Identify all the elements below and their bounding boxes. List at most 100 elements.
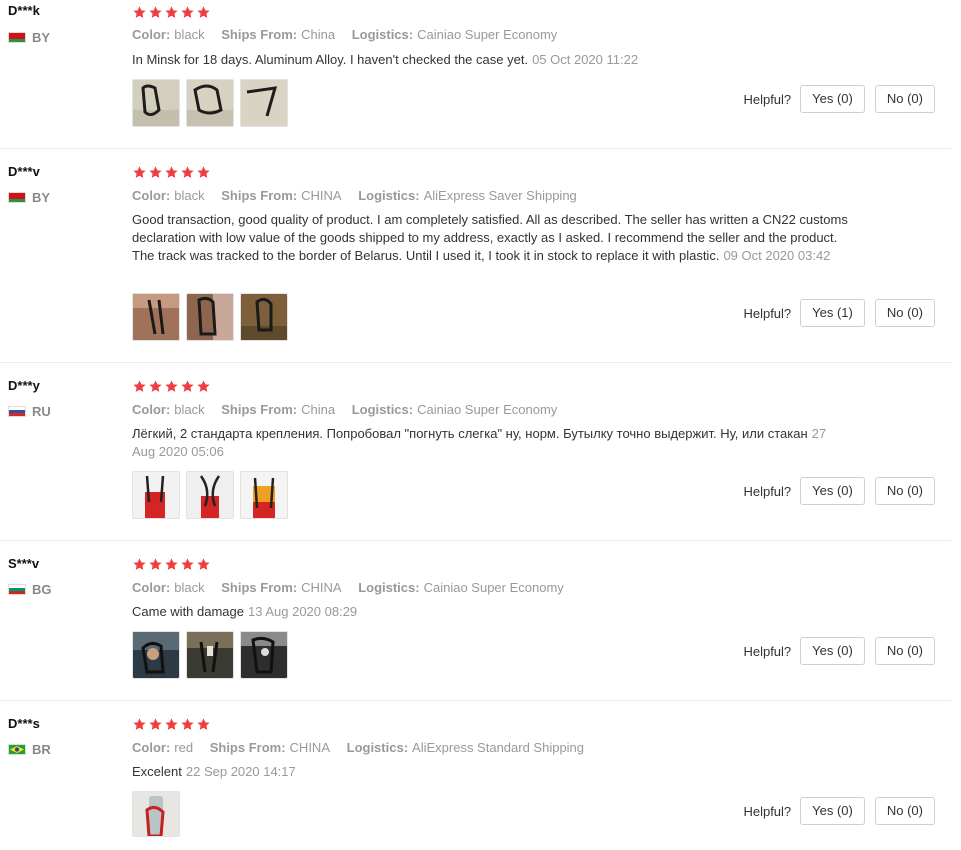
review-date: 13 Aug 2020 08:29 [248, 604, 358, 619]
review-photo[interactable] [132, 79, 180, 127]
helpful-vote: Helpful? Yes (0) No (0) [743, 797, 935, 825]
review-photo[interactable] [186, 79, 234, 127]
star-icon [133, 718, 146, 730]
bottle-cage-photo-icon [241, 294, 287, 340]
reviewer-country: BG [8, 582, 52, 597]
helpful-vote: Helpful? Yes (1) No (0) [743, 299, 935, 327]
ships-from-label: Ships From: [221, 402, 298, 417]
helpful-label: Helpful? [743, 91, 792, 107]
review-photo[interactable] [132, 293, 180, 341]
reviewer-name: D***v [8, 164, 40, 179]
helpful-no-button[interactable]: No (0) [874, 299, 935, 327]
review-photo[interactable] [186, 471, 234, 519]
logistics-value: AliExpress Standard Shipping [412, 740, 585, 755]
review-photo[interactable] [240, 631, 288, 679]
review-text: Good transaction, good quality of produc… [132, 211, 852, 265]
logistics-label: Logistics: [351, 27, 414, 42]
bottle-cage-photo-icon [133, 294, 179, 340]
review-photo[interactable] [240, 471, 288, 519]
star-icon [165, 166, 178, 178]
star-icon [181, 380, 194, 392]
star-icon [197, 6, 210, 18]
belarus-flag-icon [8, 192, 26, 203]
country-code: BY [32, 30, 51, 45]
helpful-yes-button[interactable]: Yes (0) [800, 85, 865, 113]
brazil-flag-icon [8, 744, 26, 755]
review-photos [132, 631, 288, 679]
review-photo[interactable] [240, 79, 288, 127]
star-rating [132, 379, 211, 394]
helpful-vote: Helpful? Yes (0) No (0) [743, 637, 935, 665]
bottle-cage-photo-icon [187, 80, 233, 126]
logistics-value: Cainiao Super Economy [417, 402, 558, 417]
country-code: BY [32, 190, 51, 205]
review-item: S***v BG Color: black Ships From: CHINA Lo… [0, 540, 951, 701]
color-label: Color: [132, 27, 171, 42]
review-photos [132, 471, 288, 519]
bottle-cage-photo-icon [187, 632, 233, 678]
star-icon [197, 718, 210, 730]
review-date: 09 Oct 2020 03:42 [723, 248, 831, 263]
review-photo[interactable] [240, 293, 288, 341]
reviewer-name: S***v [8, 556, 40, 571]
review-item: D***s BR Color: red Ships From: CHINA Logi… [0, 700, 951, 850]
reviewer-name: D***k [8, 3, 40, 18]
review-item: D***v BY Color: black Ships From: CHINA Lo… [0, 148, 951, 363]
country-code: RU [32, 404, 51, 419]
logistics-label: Logistics: [346, 740, 409, 755]
reviewer-name: D***s [8, 716, 40, 731]
country-code: BG [32, 582, 52, 597]
star-rating [132, 557, 211, 572]
review-body: Лёгкий, 2 стандарта крепления. Попробова… [132, 426, 808, 441]
bottle-cage-photo-icon [133, 792, 179, 836]
color-value: black [174, 580, 205, 595]
ships-from-value: China [301, 27, 336, 42]
review-date: 22 Sep 2020 14:17 [185, 764, 296, 779]
star-icon [181, 558, 194, 570]
review-photo[interactable] [132, 631, 180, 679]
color-label: Color: [132, 740, 171, 755]
star-icon [165, 380, 178, 392]
review-attributes: Color: black Ships From: China Logistics: C… [132, 27, 570, 42]
review-photo[interactable] [132, 791, 180, 837]
ships-from-value: CHINA [301, 188, 342, 203]
color-value: black [174, 188, 205, 203]
review-attributes: Color: black Ships From: China Logistics: C… [132, 402, 570, 417]
helpful-yes-button[interactable]: Yes (1) [800, 299, 865, 327]
reviewer-country: BY [8, 30, 50, 45]
review-attributes: Color: black Ships From: CHINA Logistics: A… [132, 188, 590, 203]
helpful-no-button[interactable]: No (0) [874, 637, 935, 665]
helpful-yes-button[interactable]: Yes (0) [800, 477, 865, 505]
helpful-label: Helpful? [743, 483, 792, 499]
russia-flag-icon [8, 406, 26, 417]
review-photo[interactable] [186, 293, 234, 341]
logistics-value: Cainiao Super Economy [417, 27, 558, 42]
helpful-no-button[interactable]: No (0) [874, 797, 935, 825]
helpful-no-button[interactable]: No (0) [874, 477, 935, 505]
logistics-label: Logistics: [358, 580, 420, 595]
country-code: BR [32, 742, 51, 757]
star-icon [165, 558, 178, 570]
logistics-label: Logistics: [358, 188, 420, 203]
review-item: D***k BY Color: black Ships From: China Lo… [0, 0, 951, 149]
review-attributes: Color: black Ships From: CHINA Logistics: C… [132, 580, 577, 595]
helpful-vote: Helpful? Yes (0) No (0) [743, 477, 935, 505]
helpful-yes-button[interactable]: Yes (0) [800, 637, 865, 665]
belarus-flag-icon [8, 32, 26, 43]
review-photo[interactable] [132, 471, 180, 519]
helpful-no-button[interactable]: No (0) [874, 85, 935, 113]
review-item: D***y RU Color: black Ships From: China Lo… [0, 362, 951, 541]
review-date: 05 Oct 2020 11:22 [532, 52, 639, 67]
star-icon [133, 558, 146, 570]
bottle-cage-photo-icon [241, 80, 287, 126]
star-icon [165, 6, 178, 18]
star-icon [133, 380, 146, 392]
star-icon [181, 718, 194, 730]
star-rating [132, 165, 211, 180]
reviewer-country: BY [8, 190, 50, 205]
star-icon [149, 380, 162, 392]
star-rating [132, 5, 211, 20]
helpful-yes-button[interactable]: Yes (0) [800, 797, 865, 825]
color-label: Color: [132, 188, 171, 203]
review-photo[interactable] [186, 631, 234, 679]
